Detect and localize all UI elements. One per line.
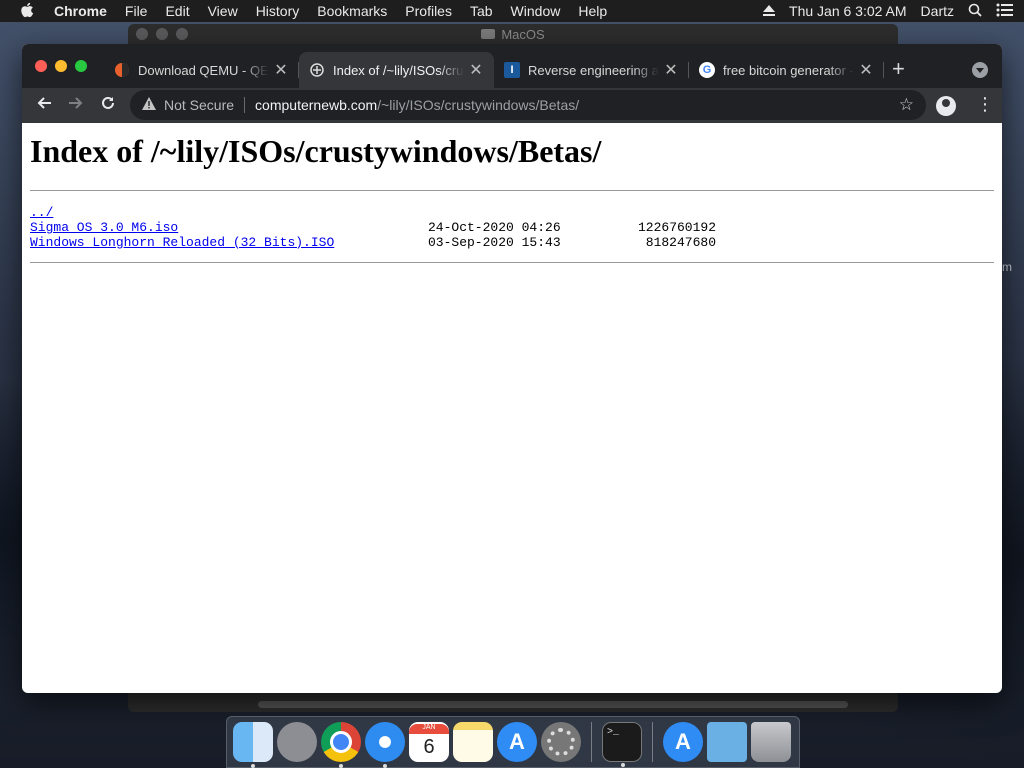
menu-app-chrome[interactable]: Chrome <box>54 3 107 19</box>
dock: JAN 6 A >_ A <box>226 716 800 768</box>
close-window-button[interactable] <box>35 60 47 72</box>
list-item: ../ <box>30 205 994 220</box>
menubar-user[interactable]: Dartz <box>921 3 954 19</box>
bookmark-star-icon[interactable]: ☆ <box>899 95 914 115</box>
tab-title: Reverse engineering and <box>528 62 659 78</box>
tab-title: free bitcoin generator - Google Search <box>723 62 854 78</box>
tab-close-icon[interactable]: ✕ <box>663 60 679 80</box>
address-bar[interactable]: Not Secure computernewb.com /~lily/ISOs/… <box>130 90 926 120</box>
new-tab-button[interactable]: + <box>892 58 905 80</box>
zoom-window-button[interactable] <box>75 60 87 72</box>
file-date: 24-Oct-2020 04:26 <box>428 220 561 235</box>
browser-toolbar: Not Secure computernewb.com /~lily/ISOs/… <box>22 88 1002 123</box>
downloads-icon[interactable]: A <box>663 722 703 762</box>
eject-icon[interactable] <box>763 3 776 19</box>
chrome-icon[interactable] <box>321 722 361 768</box>
menubar-clock[interactable]: Thu Jan 6 3:02 AM <box>789 3 907 19</box>
back-arrow-icon[interactable] <box>28 95 60 116</box>
warning-triangle-icon[interactable] <box>142 97 156 113</box>
tab-index-betas[interactable]: Index of /~lily/ISOs/crustywindows/Betas… <box>299 52 494 88</box>
control-center-icon[interactable] <box>996 3 1014 20</box>
terminal-icon[interactable]: >_ <box>602 722 642 767</box>
menu-help[interactable]: Help <box>578 3 607 19</box>
tab-title: Index of /~lily/ISOs/crustywindows/Betas… <box>333 62 464 78</box>
file-link[interactable]: Sigma OS 3.0 M6.iso <box>30 220 178 235</box>
tab-reverse-engineering[interactable]: I Reverse engineering and ✕ <box>494 52 689 88</box>
file-size: 818247680 <box>645 235 716 250</box>
instructables-icon: I <box>504 62 520 78</box>
background-window-scrollbar[interactable] <box>258 701 848 708</box>
menu-window[interactable]: Window <box>511 3 561 19</box>
google-icon: G <box>699 62 715 78</box>
calendar-icon[interactable]: JAN 6 <box>409 722 449 762</box>
launchpad-icon[interactable] <box>277 722 317 762</box>
background-window-controls <box>136 28 188 40</box>
system-preferences-icon[interactable] <box>541 722 581 762</box>
apple-icon[interactable] <box>20 2 36 21</box>
notes-icon[interactable] <box>453 722 493 762</box>
minimize-window-button[interactable] <box>55 60 67 72</box>
page-content: Index of /~lily/ISOs/crustywindows/Betas… <box>22 123 1002 283</box>
more-menu-icon[interactable]: ⋮ <box>976 94 994 114</box>
qemu-icon <box>114 62 130 78</box>
calendar-day: 6 <box>423 736 435 758</box>
site-icon <box>309 62 325 78</box>
url-host[interactable]: computernewb.com <box>255 97 377 113</box>
tab-strip: Download QEMU - QEMU ✕ Index of /~lily/I… <box>22 44 1002 88</box>
file-link[interactable]: Windows Longhorn Reloaded (32 Bits).ISO <box>30 235 334 250</box>
background-window-titlebar[interactable]: MacOS <box>128 24 898 44</box>
tab-close-icon[interactable]: ✕ <box>858 60 874 80</box>
tab-close-icon[interactable]: ✕ <box>468 60 484 80</box>
menu-profiles[interactable]: Profiles <box>405 3 452 19</box>
tab-google-search[interactable]: G free bitcoin generator - Google Search… <box>689 52 884 88</box>
reload-icon[interactable] <box>92 95 124 116</box>
profile-avatar-icon[interactable] <box>936 96 956 116</box>
dock-separator <box>591 722 592 762</box>
calendar-month: JAN <box>409 724 449 734</box>
menu-view[interactable]: View <box>208 3 238 19</box>
spotlight-icon[interactable] <box>968 3 982 20</box>
trash-icon[interactable] <box>751 722 791 762</box>
tab-close-icon[interactable]: ✕ <box>273 60 289 80</box>
url-path[interactable]: /~lily/ISOs/crustywindows/Betas/ <box>377 97 579 113</box>
menu-history[interactable]: History <box>256 3 300 19</box>
divider <box>30 262 994 263</box>
page-title: Index of /~lily/ISOs/crustywindows/Betas… <box>30 133 602 169</box>
not-secure-label[interactable]: Not Secure <box>164 97 234 113</box>
parent-directory-link[interactable]: ../ <box>30 205 53 220</box>
safari-icon[interactable] <box>365 722 405 768</box>
file-size: 1226760192 <box>637 220 716 235</box>
forward-arrow-icon[interactable] <box>60 95 92 116</box>
chrome-window: Download QEMU - QEMU ✕ Index of /~lily/I… <box>22 44 1002 693</box>
list-item: Sigma OS 3.0 M6.iso 24-Oct-2020 04:26 12… <box>30 220 994 235</box>
folder-icon[interactable] <box>707 722 747 762</box>
tab-search-icon[interactable] <box>972 62 988 78</box>
list-item: Windows Longhorn Reloaded (32 Bits).ISO … <box>30 235 994 250</box>
menu-edit[interactable]: Edit <box>165 3 189 19</box>
finder-icon[interactable] <box>233 722 273 768</box>
divider <box>30 190 994 191</box>
folder-icon <box>481 29 496 39</box>
tab-download-qemu[interactable]: Download QEMU - QEMU ✕ <box>104 52 299 88</box>
window-controls <box>35 60 87 72</box>
file-date: 03-Sep-2020 15:43 <box>428 235 561 250</box>
menu-bar: Chrome File Edit View History Bookmarks … <box>0 0 1024 22</box>
menu-file[interactable]: File <box>125 3 148 19</box>
desktop-partial-label: m <box>1002 260 1012 274</box>
file-listing: ../ Sigma OS 3.0 M6.iso 24-Oct-2020 04:2… <box>30 205 994 250</box>
tab-title: Download QEMU - QEMU <box>138 62 269 78</box>
menu-bookmarks[interactable]: Bookmarks <box>317 3 387 19</box>
app-store-icon[interactable]: A <box>497 722 537 762</box>
menu-tab[interactable]: Tab <box>470 3 493 19</box>
background-window-title: MacOS <box>501 26 545 42</box>
dock-separator <box>652 722 653 762</box>
